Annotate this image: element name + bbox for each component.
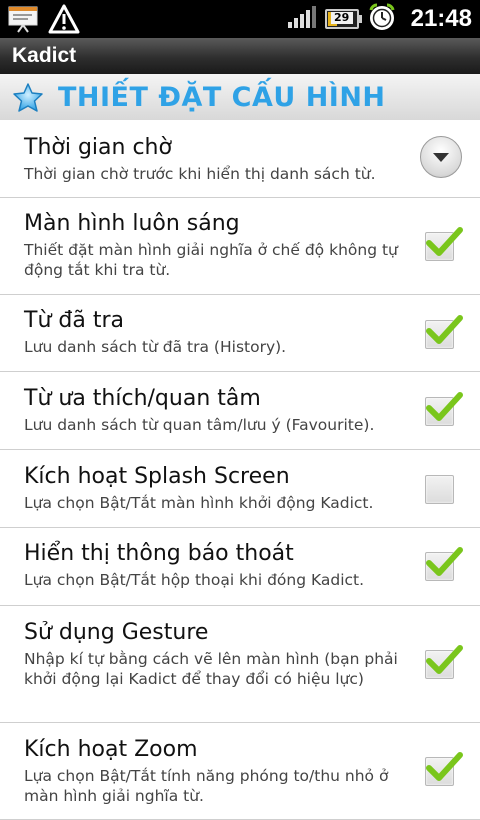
setting-summary: Lưu danh sách từ quan tâm/lưu ý (Favouri… <box>24 416 375 434</box>
alarm-clock-icon <box>367 2 397 36</box>
battery-level: 29 <box>330 12 353 24</box>
checkbox-unchecked[interactable] <box>425 475 454 504</box>
dropdown-arrow-icon[interactable] <box>420 136 462 178</box>
setting-summary: Thời gian chờ trước khi hiển thị danh sá… <box>24 165 376 183</box>
clock: 21:48 <box>410 5 472 32</box>
checkbox-checked[interactable] <box>425 227 463 261</box>
notification-area[interactable] <box>8 4 80 38</box>
app-title-bar: Kadict <box>0 38 480 74</box>
checkbox-checked[interactable] <box>425 315 463 349</box>
checkmark-icon <box>426 645 463 674</box>
setting-history[interactable]: Từ đã tra Lưu danh sách từ đã tra (Histo… <box>0 295 480 372</box>
setting-title: Thời gian chờ <box>24 135 172 160</box>
checkbox-checked[interactable] <box>425 392 463 426</box>
setting-splash-screen[interactable]: Kích hoạt Splash Screen Lựa chọn Bật/Tắt… <box>0 450 480 528</box>
setting-screen-always-on[interactable]: Màn hình luôn sáng Thiết đặt màn hình gi… <box>0 198 480 295</box>
status-bar: 29 21:48 <box>0 0 480 38</box>
setting-title: Hiển thị thông báo thoát <box>24 541 294 566</box>
checkmark-icon <box>426 392 463 421</box>
setting-title: Màn hình luôn sáng <box>24 211 240 236</box>
battery-icon: 29 <box>324 9 362 29</box>
setting-favourite[interactable]: Từ ưa thích/quan tâm Lưu danh sách từ qu… <box>0 372 480 450</box>
setting-summary: Lựa chọn Bật/Tắt màn hình khởi động Kadi… <box>24 494 374 512</box>
setting-summary: Lựa chọn Bật/Tắt hộp thoại khi đóng Kadi… <box>24 571 365 589</box>
setting-summary: Nhập kí tự bằng cách vẽ lên màn hình (bạ… <box>24 650 398 688</box>
setting-exit-confirm[interactable]: Hiển thị thông báo thoát Lựa chọn Bật/Tắ… <box>0 528 480 606</box>
checkmark-icon <box>426 752 463 781</box>
presentation-icon <box>8 5 38 37</box>
setting-gesture[interactable]: Sử dụng Gesture Nhập kí tự bằng cách vẽ … <box>0 606 480 723</box>
settings-list: Thời gian chờ Thời gian chờ trước khi hi… <box>0 120 480 820</box>
setting-zoom[interactable]: Kích hoạt Zoom Lựa chọn Bật/Tắt tính năn… <box>0 723 480 820</box>
checkbox-checked[interactable] <box>425 645 463 679</box>
checkbox-checked[interactable] <box>425 752 463 786</box>
setting-title: Từ đã tra <box>24 308 124 333</box>
checkmark-icon <box>426 547 463 576</box>
setting-title: Từ ưa thích/quan tâm <box>24 386 261 411</box>
setting-title: Sử dụng Gesture <box>24 620 209 645</box>
setting-summary: Lựa chọn Bật/Tắt tính năng phóng to/thu … <box>24 767 389 805</box>
app-title: Kadict <box>12 44 77 67</box>
signal-bars-icon <box>287 5 317 33</box>
setting-summary: Thiết đặt màn hình giải nghĩa ở chế độ k… <box>24 241 398 279</box>
setting-wait-time[interactable]: Thời gian chờ Thời gian chờ trước khi hi… <box>0 120 480 198</box>
setting-title: Kích hoạt Zoom <box>24 737 198 762</box>
checkbox-checked[interactable] <box>425 547 463 581</box>
star-icon <box>12 82 44 114</box>
setting-title: Kích hoạt Splash Screen <box>24 464 290 489</box>
checkmark-icon <box>426 315 463 344</box>
setting-summary: Lưu danh sách từ đã tra (History). <box>24 338 287 356</box>
warning-icon <box>48 4 80 38</box>
section-header: THIẾT ĐẶT CẤU HÌNH <box>0 74 480 121</box>
section-title: THIẾT ĐẶT CẤU HÌNH <box>58 82 386 113</box>
checkmark-icon <box>426 227 463 256</box>
